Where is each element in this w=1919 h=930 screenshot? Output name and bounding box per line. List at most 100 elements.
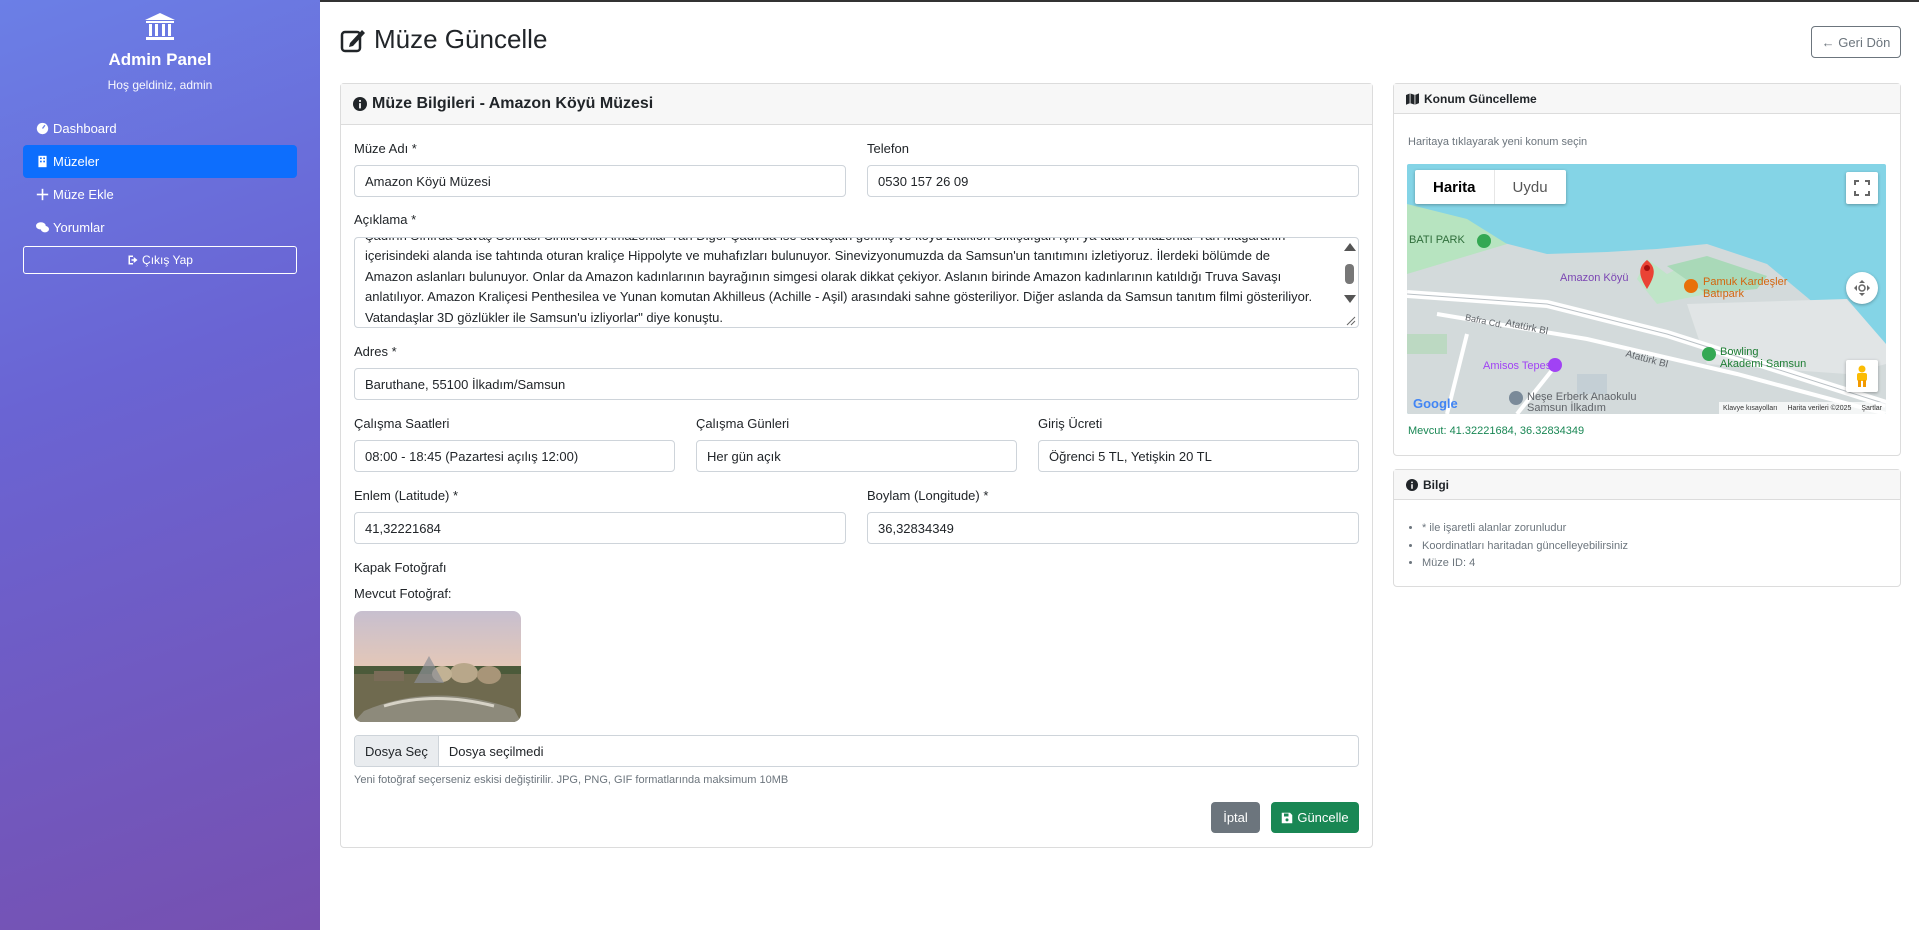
days-input[interactable]: Her gün açık bbox=[696, 440, 1017, 472]
map-icon bbox=[1406, 92, 1419, 105]
fullscreen-button[interactable] bbox=[1846, 172, 1878, 204]
name-label: Müze Adı * bbox=[354, 141, 417, 156]
museum-form-card: Müze Bilgileri - Amazon Köyü Müzesi Müze… bbox=[340, 83, 1373, 848]
main-content: Müze Güncelle ← Geri Dön Müze Bilgileri … bbox=[320, 0, 1919, 930]
save-icon bbox=[1282, 812, 1293, 823]
fee-input[interactable]: Öğrenci 5 TL, Yetişkin 20 TL bbox=[1038, 440, 1359, 472]
google-logo: Google bbox=[1413, 396, 1458, 411]
info-card: Bilgi * ile işaretli alanlar zorunludur … bbox=[1393, 469, 1901, 587]
building-icon bbox=[38, 155, 47, 168]
address-input[interactable]: Baruthane, 55100 İlkadım/Samsun bbox=[354, 368, 1359, 400]
scroll-thumb[interactable] bbox=[1345, 264, 1354, 284]
description-line: Vatandaşlar 3D gözlükler ile Samsun'u iz… bbox=[365, 309, 724, 325]
comments-icon bbox=[36, 222, 49, 233]
description-line: içerisindeki alanda ise tahtında oturan … bbox=[365, 248, 1271, 264]
name-input[interactable]: Amazon Köyü Müzesi bbox=[354, 165, 846, 197]
days-label: Çalışma Günleri bbox=[696, 416, 790, 431]
sidebar-item-label: Müzeler bbox=[53, 154, 100, 169]
map-label-park: BATI PARK bbox=[1409, 234, 1465, 246]
file-status-text: Dosya seçilmedi bbox=[448, 743, 544, 759]
sidebar-item-comments[interactable]: Yorumlar bbox=[23, 211, 297, 244]
location-card: Konum Güncelleme Haritaya tıklayarak yen… bbox=[1393, 83, 1901, 456]
location-card-header: Konum Güncelleme bbox=[1394, 84, 1900, 114]
location-map[interactable]: BATI PARK Amazon Köyü Pamuk Kardeşler Ba… bbox=[1407, 164, 1886, 414]
address-label: Adres * bbox=[354, 344, 397, 359]
map-label-pamuk-line: Pamuk Kardeşler bbox=[1703, 276, 1788, 288]
fee-label: Giriş Ücreti bbox=[1038, 416, 1103, 431]
description-textarea[interactable]: Şadırın Sınırda Savaş Sonrası Sinilerden… bbox=[354, 237, 1359, 328]
form-card-header: Müze Bilgileri - Amazon Köyü Müzesi bbox=[341, 84, 1372, 125]
sidebar-item-museums[interactable]: Müzeler bbox=[23, 145, 297, 178]
cancel-button[interactable]: İptal bbox=[1211, 802, 1260, 833]
file-select-button[interactable]: Dosya Seç bbox=[355, 736, 439, 766]
tab-satellite[interactable]: Uydu bbox=[1493, 170, 1566, 204]
welcome-text: Hoş geldiniz, admin bbox=[107, 78, 213, 92]
map-label-pamuk-line: Batıpark bbox=[1703, 288, 1744, 300]
map-label-school-line: Samsun İlkadım bbox=[1527, 402, 1606, 414]
description-line: Şadırın Sınırda Savaş Sonrası Sinilerden… bbox=[365, 238, 1322, 246]
update-button[interactable]: Güncelle bbox=[1271, 802, 1359, 833]
list-item: * ile işaretli alanlar zorunludur bbox=[1422, 520, 1628, 538]
map-label-bowling: Bowling Akademi Samsun bbox=[1720, 346, 1806, 370]
info-icon bbox=[353, 97, 367, 111]
map-shortcuts-link[interactable]: Klavye kısayolları bbox=[1723, 405, 1777, 412]
scroll-up-icon[interactable] bbox=[1344, 243, 1356, 251]
map-label-school: Neşe Erberk Anaokulu Samsun İlkadım bbox=[1527, 392, 1636, 414]
back-button[interactable]: ← Geri Dön bbox=[1811, 26, 1901, 58]
sidebar-item-dashboard[interactable]: Dashboard bbox=[23, 112, 297, 145]
page-title-text: Müze Güncelle bbox=[374, 24, 548, 54]
file-input[interactable]: Dosya Seç Dosya seçilmedi bbox=[354, 735, 1359, 767]
sidebar-item-label: Müze Ekle bbox=[53, 187, 114, 202]
sidebar-nav: Dashboard Müzeler Müze Ekle Yorumlar Çık… bbox=[0, 112, 320, 274]
info-icon bbox=[1406, 478, 1418, 491]
map-label-village: Amazon Köyü bbox=[1560, 272, 1629, 284]
map-type-tabs: Harita Uydu bbox=[1415, 170, 1566, 204]
sidebar-item-label: Yorumlar bbox=[53, 220, 105, 235]
plus-icon bbox=[36, 188, 49, 201]
map-data-text: Harita verileri ©2025 bbox=[1787, 404, 1852, 412]
info-card-header: Bilgi bbox=[1394, 470, 1900, 500]
textarea-scrollbar[interactable] bbox=[1342, 240, 1356, 310]
phone-input[interactable]: 0530 157 26 09 bbox=[867, 165, 1359, 197]
brand: Admin Panel Hoş geldiniz, admin bbox=[0, 0, 320, 92]
list-item: Koordinatları haritadan güncelleyebilirs… bbox=[1422, 538, 1628, 556]
location-card-title: Konum Güncelleme bbox=[1424, 91, 1537, 106]
longitude-input[interactable]: 36,32834349 bbox=[867, 512, 1359, 544]
latitude-label: Enlem (Latitude) * bbox=[354, 488, 459, 503]
map-label-pamuk: Pamuk Kardeşler Batıpark bbox=[1703, 276, 1787, 300]
scroll-down-icon[interactable] bbox=[1344, 295, 1356, 303]
map-attribution: Klavye kısayolları Harita verileri ©2025… bbox=[1719, 402, 1886, 414]
fullscreen-icon bbox=[1854, 180, 1870, 196]
sidebar-item-add-museum[interactable]: Müze Ekle bbox=[23, 178, 297, 211]
current-coordinates: Mevcut: 41.32221684, 36.32834349 bbox=[1408, 425, 1585, 437]
dashboard-icon bbox=[36, 122, 49, 135]
map-label-bowling-line: Bowling bbox=[1720, 346, 1759, 358]
latitude-input[interactable]: 41,32221684 bbox=[354, 512, 846, 544]
logout-button[interactable]: Çıkış Yap bbox=[23, 246, 297, 274]
street-view-button[interactable] bbox=[1846, 360, 1878, 392]
hours-input[interactable]: 08:00 - 18:45 (Pazartesi açılış 12:00) bbox=[354, 440, 675, 472]
longitude-label: Boylam (Longitude) * bbox=[867, 488, 989, 503]
move-icon bbox=[1854, 280, 1870, 296]
map-terms-link[interactable]: Şartlar bbox=[1861, 405, 1882, 412]
current-photo-label: Mevcut Fotoğraf: bbox=[354, 586, 452, 601]
brand-title: Admin Panel bbox=[108, 50, 212, 69]
phone-label: Telefon bbox=[867, 141, 909, 156]
hours-label: Çalışma Saatleri bbox=[354, 416, 450, 431]
map-label-amisos: Amisos Tepesi bbox=[1483, 360, 1554, 372]
form-card-title: Müze Bilgileri - Amazon Köyü Müzesi bbox=[372, 95, 654, 112]
tab-map[interactable]: Harita bbox=[1415, 170, 1494, 204]
info-card-title: Bilgi bbox=[1423, 477, 1449, 492]
description-line: Amazon aslanları bulunuyor. Onlar da Ama… bbox=[365, 268, 1282, 284]
sidebar: Admin Panel Hoş geldiniz, admin Dashboar… bbox=[0, 0, 320, 930]
edit-icon bbox=[340, 29, 365, 52]
sidebar-item-label: Dashboard bbox=[53, 121, 117, 136]
logout-label: Çıkış Yap bbox=[142, 253, 193, 267]
resize-handle-icon[interactable] bbox=[1346, 316, 1356, 326]
museum-photo bbox=[354, 611, 521, 722]
landmark-icon bbox=[145, 13, 175, 40]
page-title: Müze Güncelle bbox=[340, 24, 547, 55]
camera-control-button[interactable] bbox=[1846, 272, 1878, 304]
info-list: * ile işaretli alanlar zorunludur Koordi… bbox=[1422, 520, 1628, 573]
file-hint: Yeni fotoğraf seçerseniz eskisi değiştir… bbox=[354, 774, 789, 786]
